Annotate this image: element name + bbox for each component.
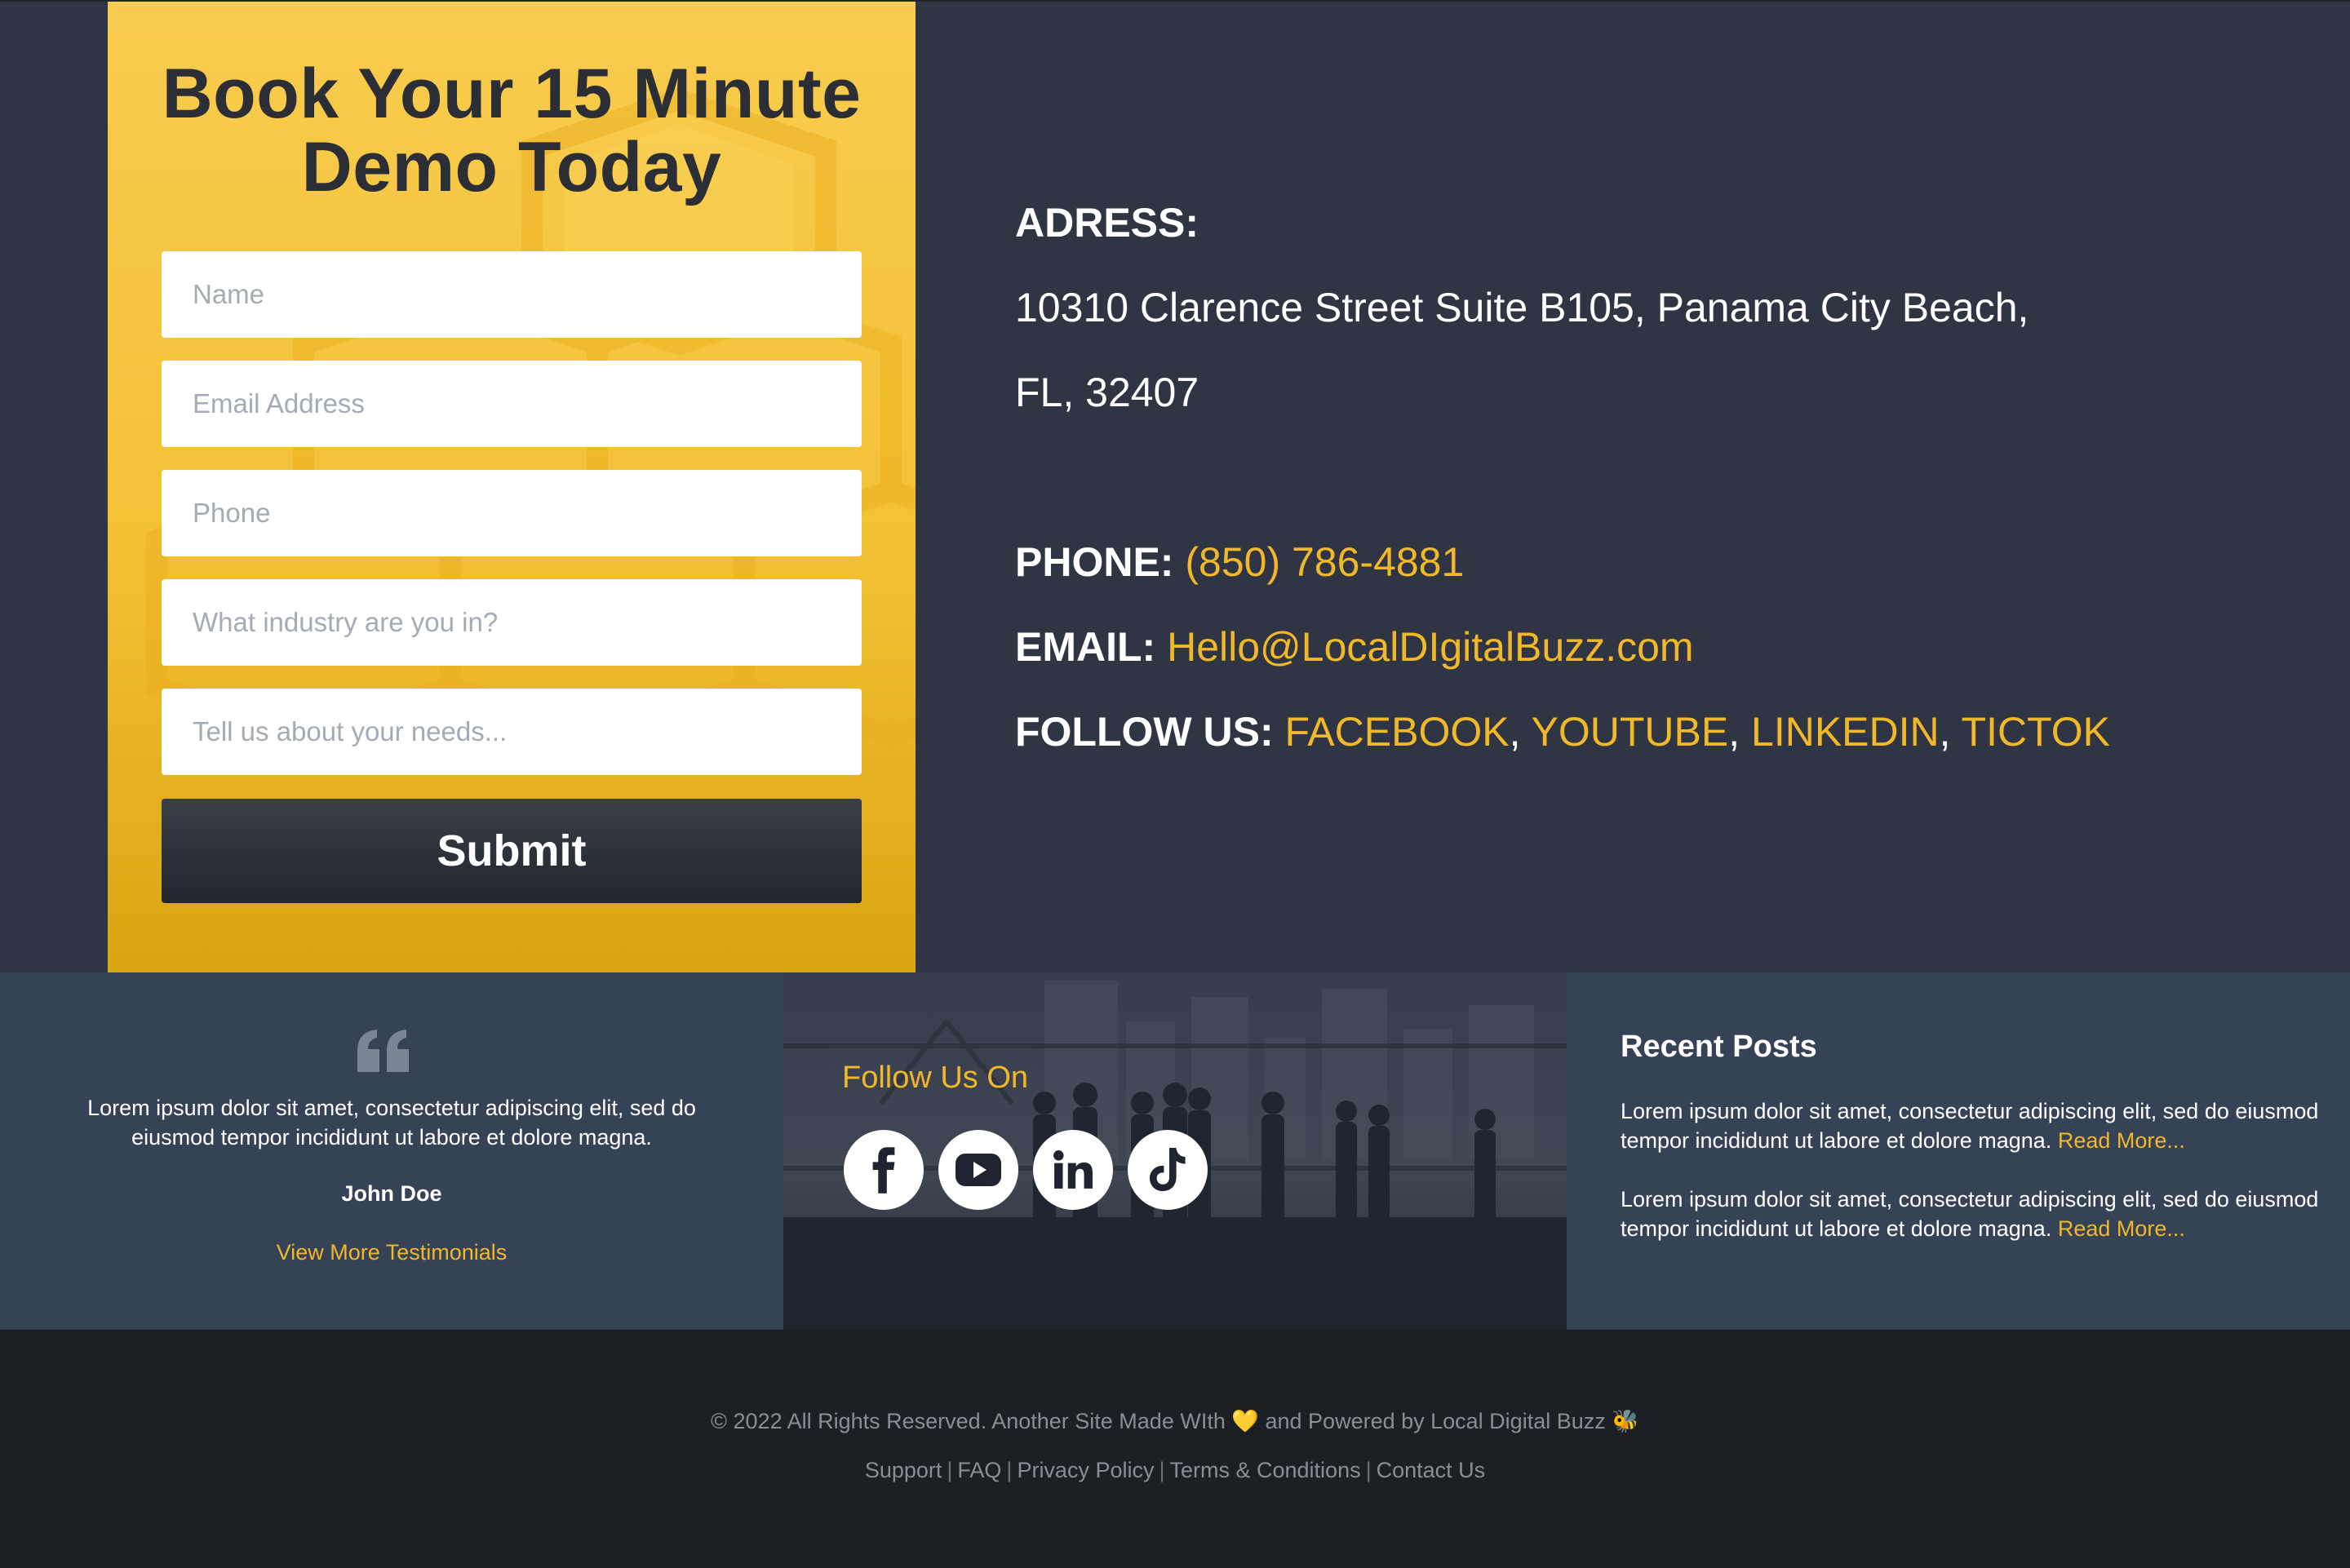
terms-link[interactable]: Terms & Conditions bbox=[1170, 1458, 1361, 1482]
link-separator: , bbox=[1509, 709, 1521, 755]
footer-separator: | bbox=[947, 1458, 953, 1482]
faq-link[interactable]: FAQ bbox=[957, 1458, 1001, 1482]
facebook-icon bbox=[872, 1147, 895, 1194]
read-more-link[interactable]: Read More... bbox=[2058, 1216, 2185, 1241]
name-input[interactable] bbox=[162, 251, 862, 338]
copyright-text: © 2022 All Rights Reserved. Another Site… bbox=[0, 1408, 2350, 1434]
linkedin-link[interactable]: LINKEDIN bbox=[1751, 709, 1940, 755]
heart-icon: 💛 bbox=[1231, 1409, 1259, 1433]
linkedin-button[interactable] bbox=[1033, 1130, 1113, 1210]
form-title-line-2: Demo Today bbox=[301, 128, 722, 206]
contact-us-link[interactable]: Contact Us bbox=[1377, 1458, 1486, 1482]
address-label-text: ADRESS: bbox=[1015, 200, 1199, 246]
address-line-1: 10310 Clarence Street Suite B105, Panama… bbox=[1015, 285, 2029, 330]
follow-us-block: Follow Us On bbox=[783, 972, 1567, 1330]
tiktok-link[interactable]: TICTOK bbox=[1962, 709, 2110, 755]
testimonial-author: John Doe bbox=[341, 1181, 442, 1206]
form-title-line-1: Book Your 15 Minute bbox=[162, 55, 862, 133]
youtube-link[interactable]: YOUTUBE bbox=[1532, 709, 1729, 755]
recent-post-item: Lorem ipsum dolor sit amet, consectetur … bbox=[1621, 1096, 2322, 1155]
phone-link[interactable]: (850) 786-4881 bbox=[1185, 539, 1464, 585]
contact-section: Book Your 15 Minute Demo Today Submit AD… bbox=[0, 0, 2350, 974]
footer-separator: | bbox=[1006, 1458, 1013, 1482]
facebook-button[interactable] bbox=[844, 1130, 924, 1210]
support-link[interactable]: Support bbox=[865, 1458, 942, 1482]
view-more-testimonials-link[interactable]: View More Testimonials bbox=[0, 1240, 783, 1265]
industry-input[interactable] bbox=[162, 579, 862, 666]
follow-row: FOLLOW US: FACEBOOK, YOUTUBE, LINKEDIN, … bbox=[1015, 708, 2110, 755]
link-separator: , bbox=[1728, 709, 1740, 755]
recent-posts-block: Recent Posts Lorem ipsum dolor sit amet,… bbox=[1567, 972, 2350, 1330]
link-separator: , bbox=[1939, 709, 1951, 755]
email-label: EMAIL: bbox=[1015, 624, 1156, 670]
bee-icon: 🐝 bbox=[1612, 1409, 1639, 1433]
linkedin-icon bbox=[1053, 1150, 1093, 1189]
recent-post-item: Lorem ipsum dolor sit amet, consectetur … bbox=[1621, 1185, 2322, 1243]
footer: © 2022 All Rights Reserved. Another Site… bbox=[0, 1330, 2350, 1568]
footer-separator: | bbox=[1159, 1458, 1165, 1482]
footer-separator: | bbox=[1365, 1458, 1372, 1482]
youtube-icon bbox=[956, 1154, 1001, 1186]
email-input[interactable] bbox=[162, 361, 862, 447]
footer-links: Support | FAQ | Privacy Policy | Terms & Condi… bbox=[0, 1458, 2350, 1483]
quote-icon bbox=[357, 1030, 409, 1072]
email-link[interactable]: Hello@LocalDIgitalBuzz.com bbox=[1167, 624, 1693, 670]
recent-post-text: Lorem ipsum dolor sit amet, consectetur … bbox=[1621, 1187, 2319, 1241]
testimonial-text: Lorem ipsum dolor sit amet, consectetur … bbox=[87, 1096, 696, 1149]
phone-input[interactable] bbox=[162, 470, 862, 556]
copyright-before: © 2022 All Rights Reserved. Another Site… bbox=[711, 1409, 1226, 1433]
read-more-link[interactable]: Read More... bbox=[2058, 1128, 2185, 1153]
form-title: Book Your 15 Minute Demo Today bbox=[108, 57, 916, 204]
address-label: ADRESS: bbox=[1015, 199, 1199, 246]
youtube-button[interactable] bbox=[938, 1130, 1018, 1210]
submit-button[interactable]: Submit bbox=[162, 799, 862, 903]
recent-post-text: Lorem ipsum dolor sit amet, consectetur … bbox=[1621, 1099, 2319, 1153]
needs-input[interactable] bbox=[162, 689, 862, 775]
middle-band: Lorem ipsum dolor sit amet, consectetur … bbox=[0, 972, 2350, 1330]
testimonial-block: Lorem ipsum dolor sit amet, consectetur … bbox=[0, 972, 783, 1330]
phone-row: PHONE: (850) 786-4881 bbox=[1015, 538, 1464, 586]
follow-us-title: Follow Us On bbox=[842, 1061, 1029, 1095]
address-line-2: FL, 32407 bbox=[1015, 370, 1199, 415]
follow-label: FOLLOW US: bbox=[1015, 709, 1274, 755]
tiktok-icon bbox=[1150, 1148, 1186, 1191]
email-row: EMAIL: Hello@LocalDIgitalBuzz.com bbox=[1015, 623, 1694, 671]
tiktok-button[interactable] bbox=[1128, 1130, 1208, 1210]
facebook-link[interactable]: FACEBOOK bbox=[1285, 709, 1510, 755]
demo-form-panel: Book Your 15 Minute Demo Today Submit bbox=[108, 2, 916, 974]
phone-label: PHONE: bbox=[1015, 539, 1174, 585]
copyright-after: and Powered by Local Digital Buzz bbox=[1265, 1409, 1606, 1433]
recent-posts-title: Recent Posts bbox=[1621, 1030, 1817, 1064]
privacy-policy-link[interactable]: Privacy Policy bbox=[1017, 1458, 1154, 1482]
